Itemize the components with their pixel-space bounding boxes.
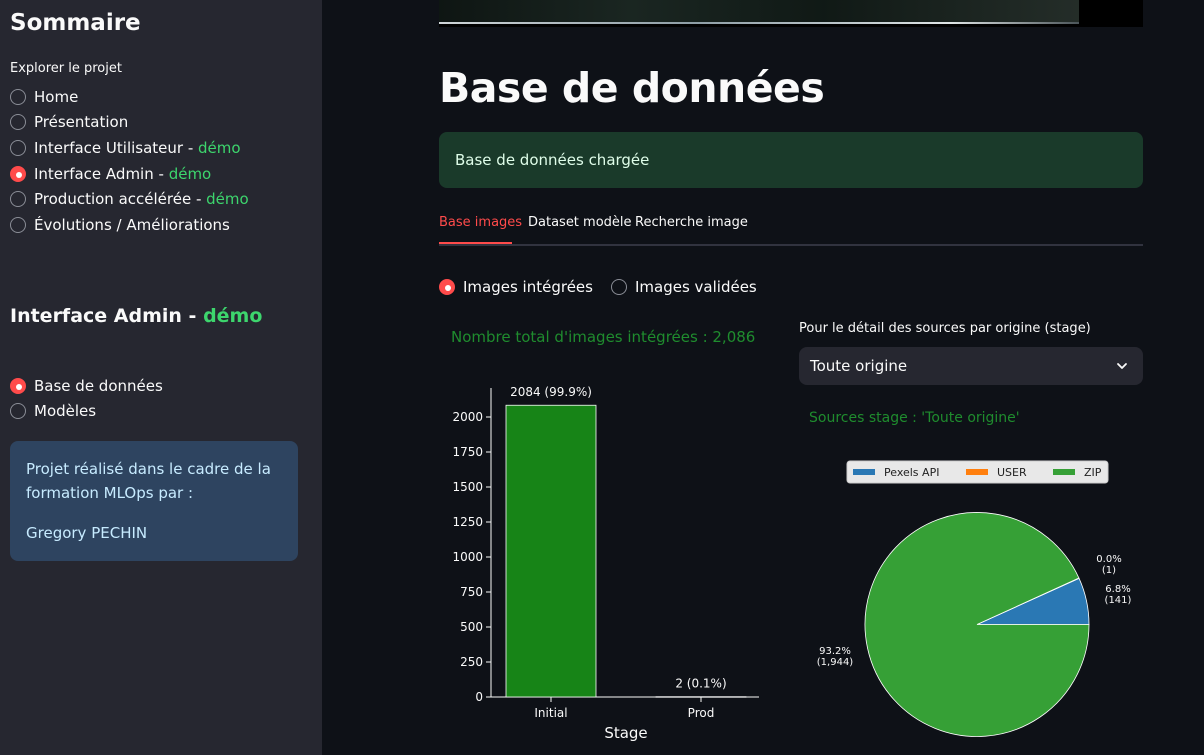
y-tick-label: 1500 bbox=[452, 480, 483, 494]
nav-item-4[interactable]: Production accélérée - démo bbox=[10, 186, 249, 212]
y-tick-label: 1250 bbox=[452, 515, 483, 529]
x-tick-label: Prod bbox=[688, 706, 715, 720]
bar-initial bbox=[505, 404, 597, 698]
credits-info-box: Projet réalisé dans le cadre de la forma… bbox=[10, 441, 298, 561]
sidebar-title: Sommaire bbox=[10, 10, 141, 36]
banner-texture bbox=[439, 0, 1079, 22]
radio-circle-icon[interactable] bbox=[10, 114, 26, 131]
pie-slice-zip bbox=[864, 512, 1090, 737]
origin-select-value: Toute origine bbox=[810, 357, 908, 375]
image-radio-label: Images validées bbox=[634, 277, 757, 296]
y-tick-label: 0 bbox=[475, 690, 483, 704]
x-tick-label: Initial bbox=[534, 706, 567, 720]
legend-label: USER bbox=[997, 466, 1027, 479]
image-radio-0[interactable]: Images intégrées bbox=[439, 274, 593, 300]
nav-item-1[interactable]: Présentation bbox=[10, 110, 249, 136]
pie-data-label-line: (1,944) bbox=[817, 657, 854, 668]
origin-select[interactable]: Toute origine bbox=[799, 347, 1143, 385]
nav-item-label: Présentation bbox=[34, 113, 129, 132]
chevron-down-icon bbox=[1117, 363, 1127, 369]
pie-data-label-line: (141) bbox=[1105, 595, 1132, 606]
nav-item-3[interactable]: Interface Admin - démo bbox=[10, 161, 249, 187]
bar-data-label: 2 (0.1%) bbox=[675, 677, 726, 691]
tab-base-images[interactable]: Base images bbox=[439, 215, 522, 230]
pie-data-label-line: 0.0% bbox=[1096, 554, 1121, 565]
page-title: Base de données bbox=[439, 64, 825, 112]
pie-data-label-line: 93.2% bbox=[819, 646, 851, 657]
section-title-sep: - bbox=[181, 305, 204, 327]
nav-item-label: Production accélérée - démo bbox=[34, 190, 249, 209]
nav-item-0[interactable]: Home bbox=[10, 84, 249, 110]
demo-tag: démo bbox=[206, 190, 249, 209]
radio-circle-icon[interactable] bbox=[610, 278, 627, 295]
tab-bar: Base images Dataset modèle Recherche ima… bbox=[439, 212, 1143, 246]
y-tick-label: 1750 bbox=[452, 445, 483, 459]
section-title-text: Interface Admin bbox=[10, 305, 182, 327]
tab-dataset-modele[interactable]: Dataset modèle bbox=[528, 215, 632, 230]
legend-label: Pexels API bbox=[884, 466, 939, 479]
radio-circle-icon[interactable] bbox=[10, 403, 26, 420]
legend-swatch bbox=[966, 469, 988, 475]
banner-stripe bbox=[439, 22, 1079, 24]
pie-data-label: 93.2% (1,944) bbox=[817, 646, 854, 668]
nav-caption: Explorer le projet bbox=[10, 61, 122, 76]
header-banner-image bbox=[439, 0, 1143, 27]
section-title: Interface Admin - démo bbox=[10, 305, 262, 327]
image-type-radio-group: Images intégrées Images validées bbox=[439, 274, 775, 300]
demo-tag: démo bbox=[198, 138, 241, 157]
image-radio-1[interactable]: Images validées bbox=[610, 274, 757, 300]
radio-circle-icon[interactable] bbox=[10, 165, 26, 182]
x-axis-title: Stage bbox=[604, 724, 647, 742]
sidebar: Sommaire Explorer le projet Home Présenta… bbox=[0, 0, 322, 755]
y-tick-label: 750 bbox=[460, 585, 483, 599]
bar-data-label: 2084 (99.9%) bbox=[510, 385, 592, 399]
bar-chart: 0 250 500 750 1000 1250 1500 1750 2000 2084 (99.9… bbox=[452, 385, 759, 742]
pie-chart: Pexels API USER ZIP6.8% (141)0.0% (1)93.2% (1… bbox=[817, 460, 1132, 737]
subnav-item-label: Base de données bbox=[34, 376, 163, 395]
origin-select-label: Pour le détail des sources par origine (… bbox=[799, 321, 1091, 336]
pie-title: Sources stage : 'Toute origine' bbox=[809, 410, 1020, 426]
nav-item-label: Interface Admin - démo bbox=[34, 164, 212, 183]
subnav-item-0[interactable]: Base de données bbox=[10, 373, 163, 399]
subnav-radio-group: Base de données Modèles bbox=[10, 373, 163, 424]
radio-circle-icon[interactable] bbox=[10, 88, 26, 105]
legend-label: ZIP bbox=[1084, 466, 1102, 479]
image-radio-label: Images intégrées bbox=[463, 277, 593, 296]
tab-recherche-image[interactable]: Recherche image bbox=[635, 215, 748, 230]
subnav-item-label: Modèles bbox=[34, 402, 97, 421]
radio-circle-icon[interactable] bbox=[10, 216, 26, 233]
nav-item-label: Interface Utilisateur - démo bbox=[34, 138, 241, 157]
y-tick-label: 2000 bbox=[452, 410, 483, 424]
pie-data-label: 6.8% (141) bbox=[1105, 584, 1132, 606]
active-tab-indicator bbox=[439, 242, 512, 244]
nav-item-2[interactable]: Interface Utilisateur - démo bbox=[10, 135, 249, 161]
demo-tag: démo bbox=[168, 164, 212, 183]
pie-data-label-line: (1) bbox=[1102, 565, 1116, 576]
radio-circle-icon[interactable] bbox=[439, 278, 455, 295]
radio-circle-icon[interactable] bbox=[10, 377, 26, 394]
credits-text: Projet réalisé dans le cadre de la forma… bbox=[26, 460, 271, 502]
y-tick-label: 250 bbox=[460, 655, 483, 669]
y-tick-label: 500 bbox=[460, 620, 483, 634]
y-tick-label: 1000 bbox=[452, 550, 483, 564]
nav-item-5[interactable]: Évolutions / Améliorations bbox=[10, 212, 249, 238]
legend-swatch bbox=[1053, 469, 1075, 475]
nav-radio-group: Home Présentation Interface Utilisateur - … bbox=[10, 84, 249, 238]
pie-data-label: 0.0% (1) bbox=[1096, 554, 1121, 576]
nav-item-label: Home bbox=[34, 87, 79, 106]
radio-circle-icon[interactable] bbox=[10, 191, 26, 208]
legend-swatch bbox=[853, 469, 875, 475]
pie-data-label-line: 6.8% bbox=[1105, 584, 1130, 595]
nav-item-label: Évolutions / Améliorations bbox=[34, 215, 230, 234]
section-title-demo: démo bbox=[203, 305, 263, 327]
total-images-title: Nombre total d'images intégrées : 2,086 bbox=[451, 328, 756, 346]
subnav-item-1[interactable]: Modèles bbox=[10, 399, 163, 425]
radio-circle-icon[interactable] bbox=[10, 139, 26, 156]
success-text: Base de données chargée bbox=[455, 151, 650, 169]
author-name: Gregory PECHIN bbox=[26, 524, 148, 542]
success-alert: Base de données chargée bbox=[439, 132, 1143, 188]
